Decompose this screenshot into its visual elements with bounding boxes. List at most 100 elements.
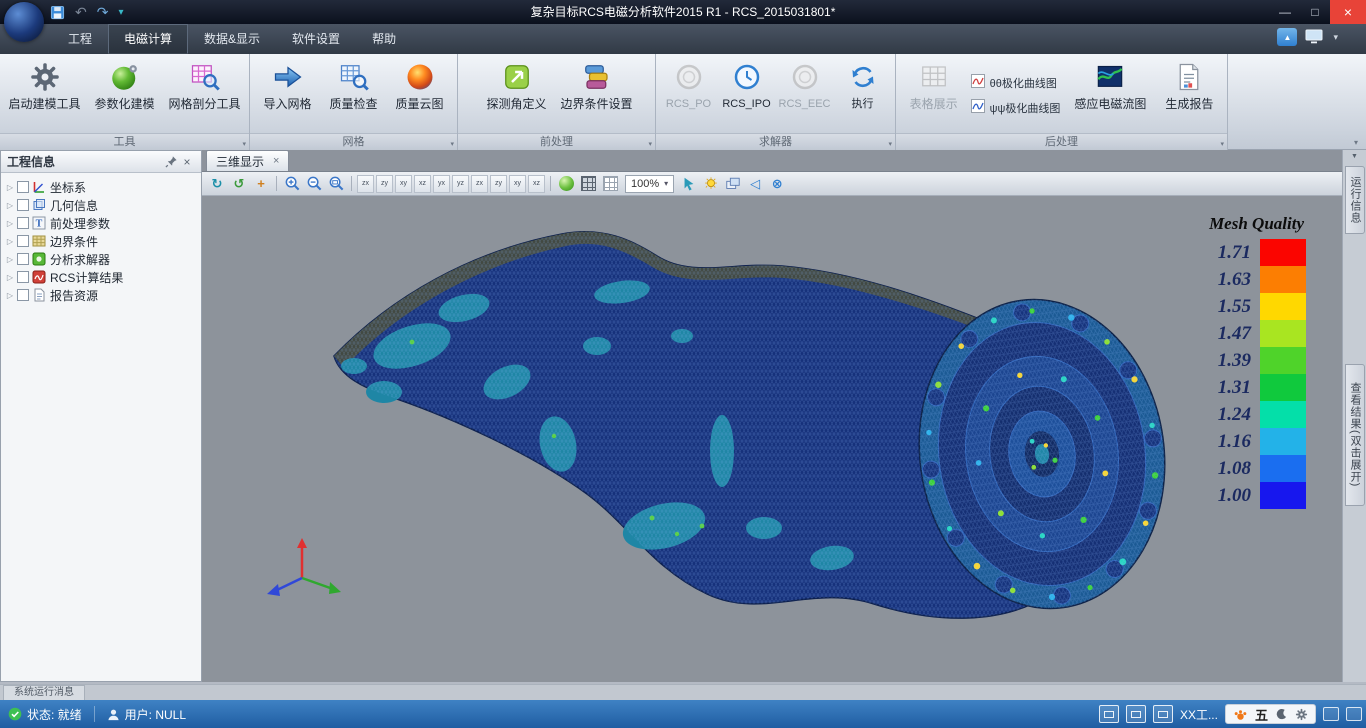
zoom-out-icon[interactable]	[304, 174, 324, 194]
pin-icon[interactable]	[163, 154, 179, 170]
tray-keyboard-icon[interactable]	[1323, 707, 1339, 721]
display-dropdown-icon[interactable]: ▾	[1333, 32, 1338, 43]
expander-icon[interactable]: ▷	[4, 219, 16, 228]
zoom-window-icon[interactable]	[326, 174, 346, 194]
checkbox[interactable]	[17, 217, 29, 229]
tab-settings[interactable]: 软件设置	[276, 24, 356, 54]
system-messages-tab[interactable]: 系统运行消息	[3, 685, 85, 700]
checkbox[interactable]	[17, 181, 29, 193]
zoom-in-icon[interactable]	[282, 174, 302, 194]
checkbox[interactable]	[17, 271, 29, 283]
view-orientation-button[interactable]: zy	[490, 175, 507, 193]
app-logo-icon[interactable]	[4, 2, 44, 42]
dialog-launcher-icon[interactable]: ▾	[242, 140, 246, 148]
launch-modeling-tool-button[interactable]: 启动建模工具	[5, 57, 85, 133]
quality-check-button[interactable]: 质量检查	[321, 57, 387, 133]
redo-icon[interactable]: ↷	[97, 2, 109, 22]
expander-icon[interactable]: ▷	[4, 201, 16, 210]
solver-rcs-eec-button[interactable]: RCS_EEC	[776, 57, 834, 133]
wireframe-view-icon[interactable]	[600, 174, 620, 194]
expander-icon[interactable]: ▷	[4, 255, 16, 264]
checkbox[interactable]	[17, 289, 29, 301]
3d-canvas[interactable]: Mesh Quality 1.71 1.63 1.55 1.47 1.39 1.…	[202, 196, 1342, 682]
moon-icon[interactable]	[1275, 708, 1288, 721]
checkbox[interactable]	[17, 235, 29, 247]
view-orientation-button[interactable]: yx	[433, 175, 450, 193]
checkbox[interactable]	[17, 253, 29, 265]
view-orientation-button[interactable]: zx	[471, 175, 488, 193]
ribbon-collapse-icon[interactable]: ▾	[1354, 138, 1358, 147]
dock-arrow-icon[interactable]: ▼	[1343, 153, 1366, 160]
orbit-view-icon[interactable]: ↺	[229, 174, 249, 194]
tree-item-boundary-condition[interactable]: ▷ 边界条件	[1, 232, 201, 250]
panel-close-icon[interactable]: ×	[179, 154, 195, 170]
view-orientation-button[interactable]: xz	[528, 175, 545, 193]
boundary-condition-button[interactable]: 边界条件设置	[557, 57, 637, 133]
import-mesh-button[interactable]: 导入网格	[255, 57, 321, 133]
tree-item-geometry-info[interactable]: ▷ 几何信息	[1, 196, 201, 214]
solver-rcs-ipo-button[interactable]: RCS_IPO	[718, 57, 776, 133]
tree-item-coordinate-system[interactable]: ▷ 坐标系	[1, 178, 201, 196]
rotate-view-icon[interactable]: ↻	[207, 174, 227, 194]
mesh-view-icon[interactable]	[578, 174, 598, 194]
shaded-view-icon[interactable]	[556, 174, 576, 194]
dialog-launcher-icon[interactable]: ▾	[1220, 140, 1224, 148]
execute-button[interactable]: 执行	[834, 57, 892, 133]
induction-current-map-button[interactable]: 感应电磁流图	[1064, 57, 1156, 133]
view-orientation-button[interactable]: xz	[414, 175, 431, 193]
tree-item-analysis-solver[interactable]: ▷ 分析求解器	[1, 250, 201, 268]
probe-angle-button[interactable]: 探测角定义	[477, 57, 557, 133]
pointer-select-icon[interactable]	[679, 174, 699, 194]
collapse-ribbon-button[interactable]: ▲	[1277, 28, 1297, 46]
tab-close-icon[interactable]: ×	[273, 155, 279, 167]
mesh-partition-tool-button[interactable]: 网格剖分工具	[165, 57, 245, 133]
minimize-button[interactable]: —	[1270, 0, 1300, 24]
taskbar-window-icon[interactable]	[1153, 705, 1173, 723]
expander-icon[interactable]: ▷	[4, 273, 16, 282]
tab-em-compute[interactable]: 电磁计算	[108, 24, 188, 54]
checkbox[interactable]	[17, 199, 29, 211]
right-tab-run-info[interactable]: 运行信息	[1345, 166, 1365, 234]
save-icon[interactable]	[50, 2, 65, 22]
parametric-modeling-button[interactable]: 参数化建模	[85, 57, 165, 133]
theta-polar-curve-button[interactable]: θθ极化曲线图	[971, 74, 1061, 91]
ime-mode-label[interactable]: 五	[1255, 705, 1268, 724]
back-icon[interactable]: ◁	[745, 174, 765, 194]
dialog-launcher-icon[interactable]: ▾	[888, 140, 892, 148]
view-orientation-button[interactable]: zx	[357, 175, 374, 193]
tab-project[interactable]: 工程	[52, 24, 108, 54]
quality-cloud-button[interactable]: 质量云图	[387, 57, 453, 133]
view-orientation-button[interactable]: xy	[395, 175, 412, 193]
expander-icon[interactable]: ▷	[4, 183, 16, 192]
light-icon[interactable]	[701, 174, 721, 194]
taskbar-window-icon[interactable]	[1099, 705, 1119, 723]
undo-icon[interactable]: ↶	[75, 2, 87, 22]
view-orientation-button[interactable]: xy	[509, 175, 526, 193]
layers-icon[interactable]	[723, 174, 743, 194]
pan-view-icon[interactable]: +	[251, 174, 271, 194]
expander-icon[interactable]: ▷	[4, 237, 16, 246]
maximize-button[interactable]: □	[1300, 0, 1330, 24]
tray-tools-icon[interactable]	[1346, 707, 1362, 721]
tab-data-display[interactable]: 数据&显示	[188, 24, 276, 54]
zoom-level-dropdown[interactable]: 100% ▾	[625, 175, 674, 193]
tab-help[interactable]: 帮助	[356, 24, 412, 54]
dialog-launcher-icon[interactable]: ▾	[450, 140, 454, 148]
ime-gear-icon[interactable]	[1295, 708, 1308, 721]
right-tab-view-results[interactable]: 查看结果(双击展开)	[1345, 364, 1365, 506]
tree-item-report-resources[interactable]: ▷ 报告资源	[1, 286, 201, 304]
display-icon[interactable]	[1305, 29, 1325, 45]
ime-paw-icon[interactable]	[1233, 707, 1248, 722]
tree-item-preprocess-params[interactable]: ▷ T 前处理参数	[1, 214, 201, 232]
tree-item-rcs-results[interactable]: ▷ RCS计算结果	[1, 268, 201, 286]
expander-icon[interactable]: ▷	[4, 291, 16, 300]
view-orientation-button[interactable]: zy	[376, 175, 393, 193]
dialog-launcher-icon[interactable]: ▾	[648, 140, 652, 148]
tab-3d-display[interactable]: 三维显示 ×	[206, 150, 289, 171]
generate-report-button[interactable]: 生成报告	[1156, 57, 1222, 133]
stop-render-icon[interactable]: ⊗	[767, 174, 787, 194]
psi-polar-curve-button[interactable]: ψψ极化曲线图	[971, 99, 1061, 116]
table-display-button[interactable]: 表格展示	[901, 57, 967, 133]
view-orientation-button[interactable]: yz	[452, 175, 469, 193]
qat-dropdown-icon[interactable]: ▾	[118, 2, 123, 22]
